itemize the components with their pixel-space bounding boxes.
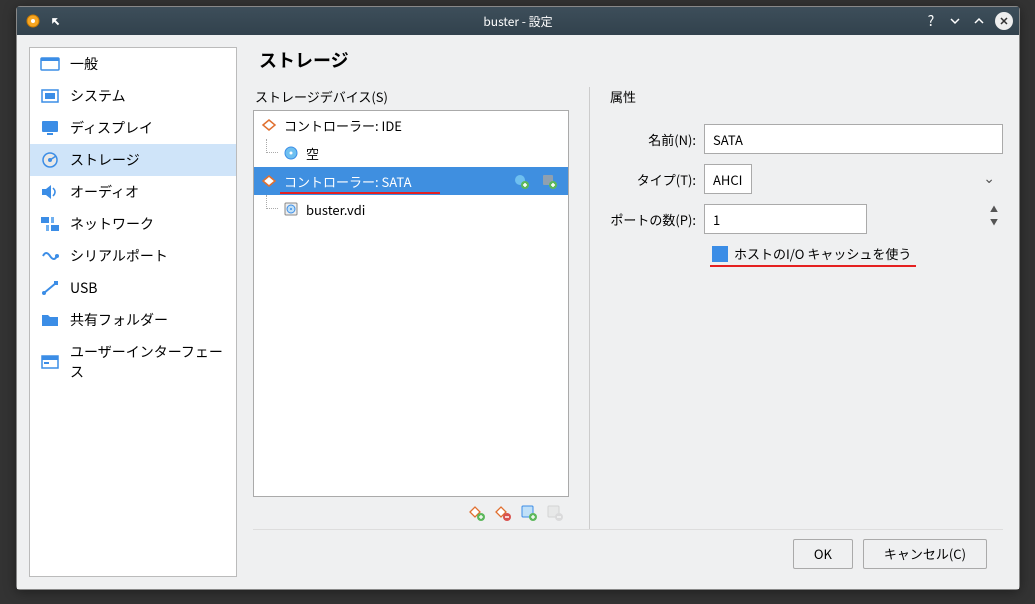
network-icon (40, 215, 60, 233)
io-cache-checkbox[interactable] (712, 246, 728, 262)
pin-icon[interactable] (47, 13, 63, 29)
tree-label: buster.vdi (306, 200, 365, 219)
sidebar-item-label: USB (70, 278, 97, 298)
titlebar: buster - 設定 ? ✕ (17, 7, 1019, 35)
add-attachment-icon[interactable] (519, 503, 539, 523)
sidebar-item-label: ユーザーインターフェース (70, 342, 226, 382)
remove-controller-icon[interactable] (493, 503, 513, 523)
storage-devices-column: ストレージデバイス(S) コントローラー: IDE 空 (253, 87, 569, 529)
annotation-underline (280, 192, 440, 194)
sidebar-item-label: ストレージ (70, 150, 140, 170)
general-icon (40, 55, 60, 73)
storage-icon (40, 151, 60, 169)
sidebar-item-usb[interactable]: USB (30, 272, 236, 304)
system-icon (40, 87, 60, 105)
sidebar-item-serial[interactable]: シリアルポート (30, 240, 236, 272)
sidebar-item-audio[interactable]: オーディオ (30, 176, 236, 208)
sidebar-item-label: シリアルポート (70, 246, 168, 266)
attributes-label: 属性 (608, 87, 1003, 106)
sidebar-item-label: 一般 (70, 54, 98, 74)
sidebar-item-ui[interactable]: ユーザーインターフェース (30, 336, 236, 388)
tree-controller-sata[interactable]: コントローラー: SATA (254, 167, 568, 195)
hdd-icon (282, 201, 300, 217)
tree-label: 空 (306, 144, 319, 163)
storage-tree[interactable]: コントローラー: IDE 空 コントローラー: SATA (253, 110, 569, 497)
audio-icon (40, 183, 60, 201)
name-input[interactable] (704, 124, 1003, 154)
controller-icon (260, 117, 278, 133)
sidebar-item-shared[interactable]: 共有フォルダー (30, 304, 236, 336)
type-label: タイプ(T): (608, 170, 704, 189)
type-select[interactable]: AHCI (704, 164, 752, 194)
tree-controller-ide[interactable]: コントローラー: IDE (254, 111, 568, 139)
storage-toolbar (253, 497, 569, 529)
sidebar-item-storage[interactable]: ストレージ (30, 144, 236, 176)
sidebar-item-label: 共有フォルダー (70, 310, 168, 330)
sidebar-item-label: ネットワーク (70, 214, 154, 234)
name-label: 名前(N): (608, 130, 704, 149)
tree-label: コントローラー: SATA (284, 172, 412, 191)
serial-icon (40, 247, 60, 265)
category-sidebar: 一般 システム ディスプレイ ストレージ オーディオ ネットワーク (29, 47, 237, 577)
close-icon[interactable]: ✕ (995, 12, 1013, 30)
shared-folder-icon (40, 311, 60, 329)
display-icon (40, 119, 60, 137)
cancel-button[interactable]: キャンセル(C) (863, 539, 987, 569)
help-icon[interactable]: ? (923, 13, 939, 29)
devices-label: ストレージデバイス(S) (253, 87, 569, 106)
dialog-buttonbar: OK キャンセル(C) (253, 529, 1003, 577)
sidebar-item-network[interactable]: ネットワーク (30, 208, 236, 240)
add-disc-icon[interactable] (512, 173, 530, 189)
main-panel: ストレージ ストレージデバイス(S) コントローラー: IDE 空 (243, 35, 1019, 589)
tree-label: コントローラー: IDE (284, 116, 402, 135)
ports-input[interactable] (704, 204, 867, 234)
remove-attachment-icon (545, 503, 565, 523)
content-area: 一般 システム ディスプレイ ストレージ オーディオ ネットワーク (17, 35, 1019, 589)
add-controller-icon[interactable] (467, 503, 487, 523)
annotation-underline (710, 265, 916, 267)
usb-icon (40, 279, 60, 297)
sidebar-item-label: オーディオ (70, 182, 139, 202)
sidebar-item-general[interactable]: 一般 (30, 48, 236, 80)
io-cache-label: ホストのI/O キャッシュを使う (734, 244, 911, 263)
controller-icon (260, 173, 278, 189)
window-title: buster - 設定 (483, 13, 552, 30)
add-hdd-icon[interactable] (540, 173, 558, 189)
ok-button[interactable]: OK (793, 539, 853, 569)
sidebar-item-display[interactable]: ディスプレイ (30, 112, 236, 144)
gear-icon (25, 13, 41, 29)
attributes-column: 属性 名前(N): タイプ(T): AHCI (589, 87, 1003, 529)
spin-down-icon[interactable]: ▼ (987, 219, 1001, 232)
ui-icon (40, 353, 60, 371)
sidebar-item-system[interactable]: システム (30, 80, 236, 112)
settings-window: buster - 設定 ? ✕ 一般 システム ディスプレイ ストレ (16, 6, 1020, 590)
sidebar-item-label: ディスプレイ (70, 118, 153, 138)
minimize-icon[interactable] (947, 13, 963, 29)
sidebar-item-label: システム (70, 86, 126, 106)
maximize-icon[interactable] (971, 13, 987, 29)
tree-sata-disk[interactable]: buster.vdi (254, 195, 568, 223)
io-cache-row[interactable]: ホストのI/O キャッシュを使う (712, 244, 1003, 263)
ports-label: ポートの数(P): (608, 210, 704, 229)
disc-icon (282, 145, 300, 161)
page-heading: ストレージ (253, 47, 1003, 73)
tree-ide-empty[interactable]: 空 (254, 139, 568, 167)
